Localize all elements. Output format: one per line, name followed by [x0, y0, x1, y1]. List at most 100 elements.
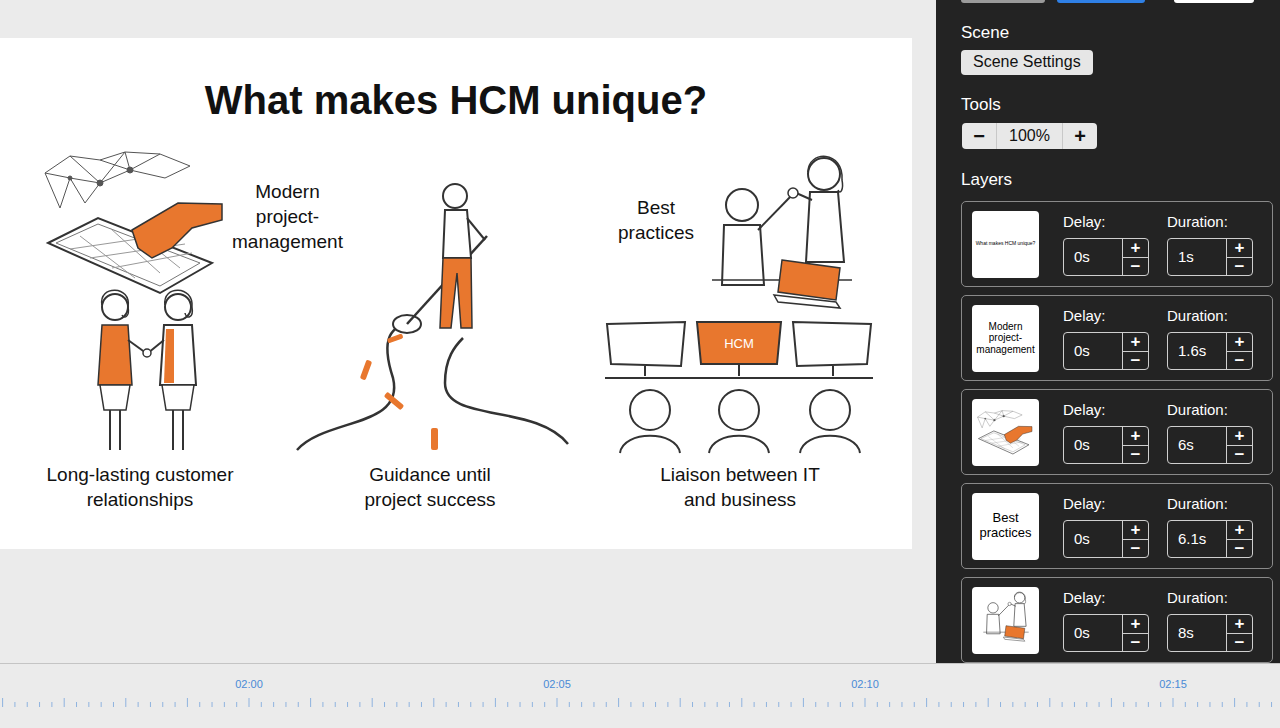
- delay-field: Delay:0s+−: [1063, 212, 1149, 276]
- stepper: +−: [1226, 333, 1252, 369]
- timeline-ruler-icon: [0, 664, 1280, 728]
- scene-settings-button[interactable]: Scene Settings: [961, 50, 1093, 75]
- slide-label[interactable]: Guidance untilproject success: [320, 462, 540, 512]
- increment-button[interactable]: +: [1123, 615, 1148, 634]
- stepper: +−: [1226, 615, 1252, 651]
- road-figure-icon: [295, 178, 570, 453]
- decrement-button[interactable]: −: [1123, 352, 1148, 370]
- slide[interactable]: What makes HCM unique? Modernproject-mana…: [0, 38, 912, 549]
- delay-field: Delay: 0s+−: [1063, 494, 1149, 558]
- duration-input[interactable]: 1s+−: [1167, 238, 1253, 276]
- canvas-area: What makes HCM unique? Modernproject-mana…: [0, 0, 936, 663]
- zoom-value: 100%: [997, 123, 1062, 149]
- delay-label: Delay:: [1063, 306, 1149, 326]
- timeline-label: 02:05: [532, 677, 582, 691]
- stepper: +−: [1122, 427, 1148, 463]
- layer-thumbnail[interactable]: [972, 399, 1039, 466]
- properties-panel: SceneScene SettingsTools−100%+LayersWhat…: [936, 0, 1280, 663]
- delay-field: Delay: 0s+−: [1063, 400, 1149, 464]
- handshake-figure-icon: [90, 285, 205, 455]
- delay-input[interactable]: 0s+−: [1063, 238, 1149, 276]
- app: What makes HCM unique? Modernproject-mana…: [0, 0, 1280, 728]
- delay-label: Delay:: [1063, 400, 1149, 420]
- slide-label[interactable]: Long-lasting customerrelationships: [0, 462, 280, 512]
- stepper: +−: [1226, 521, 1252, 557]
- increment-button[interactable]: +: [1227, 427, 1252, 446]
- duration-label: Duration:: [1167, 212, 1253, 232]
- monitors-figure-icon: HCM: [605, 320, 873, 455]
- slide-title[interactable]: What makes HCM unique?: [0, 76, 912, 124]
- duration-input[interactable]: 6.1s+−: [1167, 520, 1253, 558]
- duration-field: Duration: 8s+−: [1167, 588, 1253, 652]
- decrement-button[interactable]: −: [1227, 352, 1252, 370]
- stepper: +−: [1122, 615, 1148, 651]
- high-five-figure-icon: [712, 150, 852, 335]
- delay-field: Delay: 0s+−: [1063, 306, 1149, 370]
- slide-label[interactable]: Modernproject-management: [215, 179, 360, 254]
- stepper: +−: [1122, 239, 1148, 275]
- zoom-control: −100%+: [962, 123, 1097, 149]
- delay-input[interactable]: 0s+−: [1063, 520, 1149, 558]
- layer-card[interactable]: Bestpractices Delay: 0s+− Duration: 6.1s+−: [961, 483, 1273, 569]
- layer-thumbnail[interactable]: What makes HCM unique?: [972, 211, 1039, 278]
- timeline-label: 02:00: [224, 677, 274, 691]
- slide-label[interactable]: Liaison between ITand business: [610, 462, 870, 512]
- duration-input[interactable]: 8s+−: [1167, 614, 1253, 652]
- layer-thumbnail[interactable]: Modernproject-management: [972, 305, 1039, 372]
- delay-label: Delay:: [1063, 494, 1149, 514]
- toolbar-button[interactable]: [961, 0, 1045, 3]
- delay-input[interactable]: 0s+−: [1063, 426, 1149, 464]
- timeline-label: 02:10: [840, 677, 890, 691]
- stepper: +−: [1226, 239, 1252, 275]
- delay-input[interactable]: 0s+−: [1063, 614, 1149, 652]
- decrement-button[interactable]: −: [1123, 258, 1148, 276]
- high-five-figure-icon: [976, 590, 1036, 650]
- scene-heading: Scene: [961, 22, 1273, 44]
- stepper: +−: [1122, 521, 1148, 557]
- layer-card[interactable]: Delay: 0s+− Duration: 8s+−: [961, 577, 1273, 663]
- layer-card[interactable]: What makes HCM unique? Delay:0s+− Duration…: [961, 201, 1273, 287]
- decrement-button[interactable]: −: [1123, 446, 1148, 464]
- decrement-button[interactable]: −: [1123, 634, 1148, 652]
- delay-field: Delay: 0s+−: [1063, 588, 1149, 652]
- decrement-button[interactable]: −: [1123, 540, 1148, 558]
- duration-input[interactable]: 6s+−: [1167, 426, 1253, 464]
- increment-button[interactable]: +: [1123, 333, 1148, 352]
- increment-button[interactable]: +: [1123, 427, 1148, 446]
- zoom-in-button[interactable]: +: [1062, 123, 1097, 149]
- tools-heading: Tools: [961, 94, 1273, 116]
- slide-label[interactable]: Bestpractices: [600, 195, 712, 245]
- layer-card[interactable]: Modernproject-management Delay: 0s+− Durati…: [961, 295, 1273, 381]
- stepper: +−: [1226, 427, 1252, 463]
- layer-thumbnail[interactable]: [972, 587, 1039, 654]
- decrement-button[interactable]: −: [1227, 540, 1252, 558]
- decrement-button[interactable]: −: [1227, 446, 1252, 464]
- duration-label: Duration:: [1167, 400, 1253, 420]
- timeline[interactable]: 02:0002:0502:1002:15: [0, 663, 1280, 728]
- layers-heading: Layers: [961, 169, 1273, 191]
- decrement-button[interactable]: −: [1227, 634, 1252, 652]
- duration-label: Duration:: [1167, 588, 1253, 608]
- toolbar-field[interactable]: [1174, 0, 1254, 3]
- layer-card[interactable]: Delay: 0s+− Duration: 6s+−: [961, 389, 1273, 475]
- duration-input[interactable]: 1.6s+−: [1167, 332, 1253, 370]
- increment-button[interactable]: +: [1227, 615, 1252, 634]
- svg-text:HCM: HCM: [724, 336, 754, 351]
- decrement-button[interactable]: −: [1227, 258, 1252, 276]
- duration-field: Duration:1.6s+−: [1167, 306, 1253, 370]
- toolbar-button[interactable]: [1057, 0, 1145, 3]
- increment-button[interactable]: +: [1227, 333, 1252, 352]
- duration-label: Duration:: [1167, 494, 1253, 514]
- layer-thumbnail[interactable]: Bestpractices: [972, 493, 1039, 560]
- stepper: +−: [1122, 333, 1148, 369]
- duration-field: Duration: 1s+−: [1167, 212, 1253, 276]
- increment-button[interactable]: +: [1123, 521, 1148, 540]
- increment-button[interactable]: +: [1227, 521, 1252, 540]
- keyboard-figure-icon: [40, 148, 235, 295]
- increment-button[interactable]: +: [1123, 239, 1148, 258]
- zoom-out-button[interactable]: −: [962, 123, 997, 149]
- duration-field: Duration: 6s+−: [1167, 400, 1253, 464]
- increment-button[interactable]: +: [1227, 239, 1252, 258]
- delay-input[interactable]: 0s+−: [1063, 332, 1149, 370]
- delay-label: Delay:: [1063, 588, 1149, 608]
